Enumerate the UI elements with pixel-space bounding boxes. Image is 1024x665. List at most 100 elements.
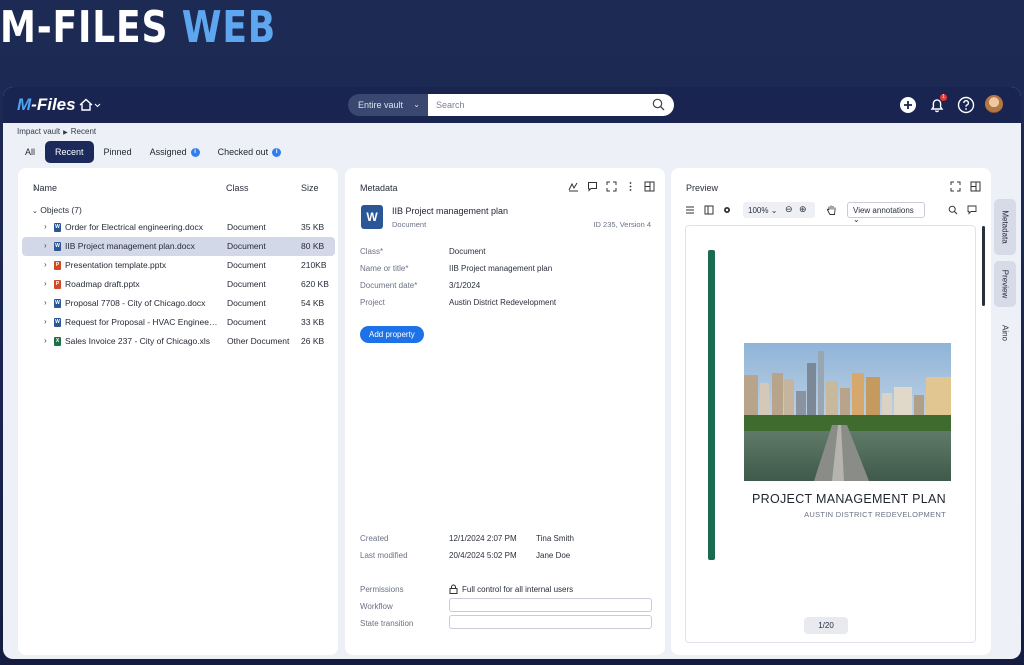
property-label: Project (360, 298, 385, 307)
cover-accent-bar (708, 250, 715, 560)
app-window: M-Files Entire vault ⌄ Search 1 Impact v… (3, 87, 1021, 659)
table-row[interactable]: › W IIB Project management plan.docx Docume… (22, 237, 335, 256)
signature-icon[interactable] (568, 181, 579, 192)
menu-icon[interactable] (685, 205, 695, 215)
tab-assigned[interactable]: Assigned i (142, 141, 208, 163)
object-list-panel: Name ↓ Class Size ⌄ Objects (7) › W Order … (18, 168, 338, 655)
search-icon[interactable] (948, 205, 958, 215)
side-tab-aino[interactable]: Aino (994, 313, 1016, 353)
object-rows: › W Order for Electrical engineering.docx D… (22, 218, 335, 351)
column-class-header[interactable]: Class (226, 183, 249, 193)
objects-group[interactable]: ⌄ Objects (7) (32, 205, 82, 215)
panel-layout-icon[interactable] (970, 181, 981, 192)
table-row[interactable]: › P Presentation template.pptx Document 210K… (22, 256, 335, 275)
side-tab-preview[interactable]: Preview (994, 261, 1016, 307)
file-type-icon: P (54, 261, 61, 270)
table-row[interactable]: › P Roadmap draft.pptx Document 620 KB (22, 275, 335, 294)
page-indicator: 1/20 (804, 617, 848, 634)
notifications-button[interactable]: 1 (927, 94, 947, 115)
search-placeholder: Search (436, 100, 465, 110)
comment-icon[interactable] (967, 205, 977, 215)
side-tab-metadata-label: Metadata (1000, 210, 1010, 244)
view-annotations-select[interactable]: View annotations ⌄ (847, 202, 925, 224)
created-date: 12/1/2024 2:07 PM (449, 534, 517, 543)
breadcrumb-vault[interactable]: Impact vault (17, 127, 60, 136)
search-input[interactable]: Search (428, 94, 674, 116)
property-value: IIB Project management plan (449, 264, 553, 273)
logo-text: -Files (31, 95, 76, 114)
side-tab-preview-label: Preview (1000, 269, 1010, 299)
row-size: 620 KB (301, 279, 329, 289)
file-type-icon: W (54, 242, 61, 251)
workflow-field[interactable] (449, 598, 652, 612)
app-logo[interactable]: M-Files (17, 95, 76, 115)
chevron-right-icon[interactable]: › (44, 298, 47, 307)
plan-title: PROJECT MANAGEMENT PLAN (752, 492, 946, 506)
property-value: Document (449, 247, 486, 256)
chevron-right-icon[interactable]: › (44, 222, 47, 231)
metadata-toolbar (568, 181, 655, 192)
search-scope-label: Entire vault (358, 100, 404, 110)
settings-gear-icon[interactable] (722, 205, 732, 215)
help-button[interactable] (956, 95, 976, 115)
sidebar-toggle-icon[interactable] (704, 205, 714, 215)
chevron-down-icon: ⌄ (413, 100, 420, 109)
add-button[interactable] (898, 95, 918, 115)
column-size-header[interactable]: Size (301, 183, 319, 193)
zoom-out-icon[interactable]: ⊖ (785, 204, 793, 215)
preview-panel: Preview 100% ⌄ ⊖ ⊕ View annotations ⌄ PR… (671, 168, 991, 655)
table-row[interactable]: › W Proposal 7708 - City of Chicago.docx Do… (22, 294, 335, 313)
zoom-control[interactable]: 100% ⌄ ⊖ ⊕ (743, 202, 815, 218)
tab-recent[interactable]: Recent (45, 141, 94, 163)
chevron-right-icon[interactable]: › (44, 260, 47, 269)
breadcrumb-current: Recent (70, 127, 97, 136)
chevron-down-icon: ⌄ (770, 206, 778, 215)
document-id-version: ID 235, Version 4 (593, 220, 651, 229)
chevron-right-icon[interactable]: › (44, 241, 47, 250)
tab-assigned-label: Assigned (149, 147, 187, 157)
document-page[interactable]: PROJECT MANAGEMENT PLAN AUSTIN DISTRICT … (685, 225, 976, 643)
side-tab-metadata[interactable]: Metadata (994, 199, 1016, 255)
add-property-button[interactable]: Add property (360, 326, 424, 343)
file-type-icon: W (54, 299, 61, 308)
file-type-icon: W (54, 223, 61, 232)
table-row[interactable]: › W Order for Electrical engineering.docx D… (22, 218, 335, 237)
fullscreen-icon[interactable] (950, 181, 961, 192)
table-row[interactable]: › X Sales Invoice 237 - City of Chicago.xl… (22, 332, 335, 351)
preview-scrollbar[interactable] (982, 226, 985, 306)
tab-pinned[interactable]: Pinned (96, 141, 140, 163)
more-options-icon[interactable] (625, 181, 636, 192)
chevron-right-icon[interactable]: › (44, 279, 47, 288)
user-menu-button[interactable] (985, 95, 1005, 115)
property-value: 3/1/2024 (449, 281, 481, 290)
zoom-in-icon[interactable]: ⊕ (799, 204, 807, 215)
home-menu-button[interactable] (77, 96, 103, 114)
tab-all[interactable]: All (17, 141, 43, 163)
property-value: Austin District Redevelopment (449, 298, 557, 307)
state-transition-field[interactable] (449, 615, 652, 629)
table-row[interactable]: › W Request for Proposal - HVAC Engineerin… (22, 313, 335, 332)
chevron-down-icon: ⌄ (32, 208, 38, 215)
tab-checked-out-label: Checked out (217, 147, 269, 157)
lock-icon (449, 584, 458, 594)
created-label: Created (360, 534, 389, 543)
fullscreen-icon[interactable] (606, 181, 617, 192)
row-name: Proposal 7708 - City of Chicago.docx (65, 298, 206, 308)
search-scope-select[interactable]: Entire vault ⌄ (348, 94, 428, 116)
row-class: Document (227, 222, 266, 232)
row-size: 26 KB (301, 336, 325, 346)
document-title: IIB Project management plan (392, 206, 509, 216)
chevron-right-icon[interactable]: › (44, 336, 47, 345)
search-icon[interactable] (652, 98, 665, 111)
preview-title: Preview (686, 183, 719, 193)
row-name: Presentation template.pptx (65, 260, 167, 270)
row-name: IIB Project management plan.docx (65, 241, 195, 251)
preview-header-tools (950, 181, 981, 192)
tab-checked-out[interactable]: Checked out i (210, 141, 290, 163)
pan-hand-icon[interactable] (826, 204, 837, 216)
caret-right-icon: ▶ (63, 130, 68, 136)
panel-layout-icon[interactable] (644, 181, 655, 192)
metadata-panel: Metadata W IIB Project management plan D… (345, 168, 665, 655)
chevron-right-icon[interactable]: › (44, 317, 47, 326)
comment-icon[interactable] (587, 181, 598, 192)
